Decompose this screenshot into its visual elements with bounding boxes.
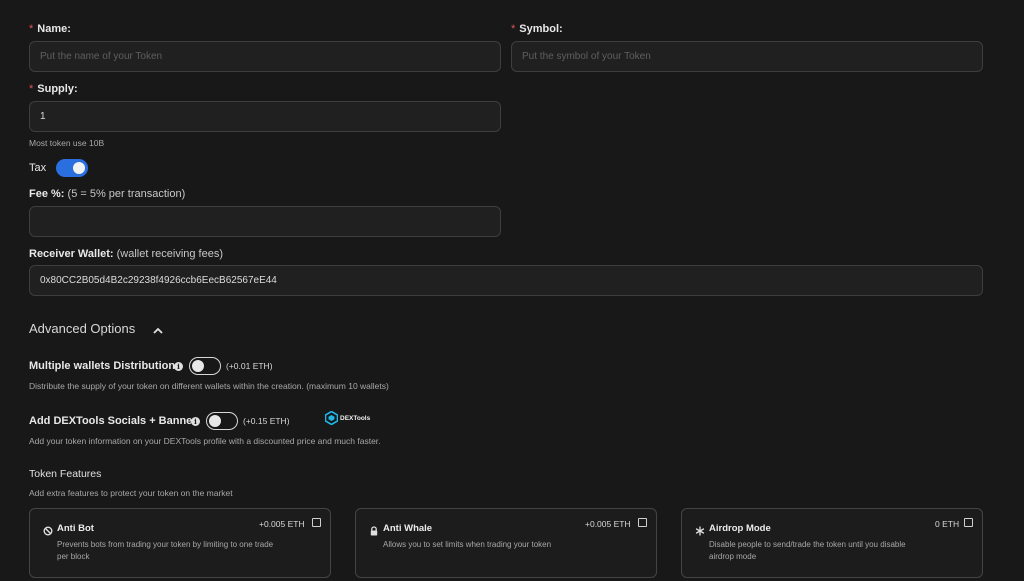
info-icon[interactable]: i — [191, 417, 200, 426]
receiver-wallet-label: Receiver Wallet: (wallet receiving fees) — [29, 248, 224, 260]
name-label: * Name: — [29, 23, 71, 35]
feature-price: 0 ETH — [935, 519, 960, 529]
token-features-title: Token Features — [29, 468, 102, 480]
multi-wallets-description: Distribute the supply of your token on d… — [29, 381, 389, 391]
feature-title: Airdrop Mode — [709, 523, 771, 534]
supply-label: * Supply: — [29, 83, 78, 95]
feature-card-anti-bot[interactable]: Anti Bot +0.005 ETH Prevents bots from t… — [29, 508, 331, 578]
dextools-description: Add your token information on your DEXTo… — [29, 436, 381, 446]
feature-title: Anti Bot — [57, 523, 94, 534]
lock-icon — [369, 523, 379, 536]
airdrop-mode-checkbox[interactable] — [964, 518, 973, 527]
multi-wallets-label: Multiple wallets Distribution — [29, 360, 176, 372]
anti-whale-checkbox[interactable] — [638, 518, 647, 527]
anti-bot-checkbox[interactable] — [312, 518, 321, 527]
receiver-wallet-input[interactable]: 0x80CC2B05d4B2c29238f4926ccb6EecB62567eE… — [29, 265, 983, 296]
tax-toggle[interactable] — [56, 159, 88, 177]
feature-description: Disable people to send/trade the token u… — [709, 540, 906, 561]
multi-wallets-price: (+0.01 ETH) — [226, 361, 273, 371]
symbol-input[interactable]: Put the symbol of your Token — [511, 41, 983, 72]
tax-label: Tax — [29, 162, 47, 174]
feature-description: Allows you to set limits when trading yo… — [383, 540, 552, 549]
token-features-subtitle: Add extra features to protect your token… — [29, 488, 233, 498]
dextools-toggle[interactable] — [206, 412, 238, 430]
dextools-logo-icon — [325, 411, 338, 425]
ban-icon — [43, 523, 53, 536]
dextools-logo: DEXTools — [325, 411, 370, 425]
feature-price: +0.005 ETH — [585, 519, 631, 529]
symbol-label: * Symbol: — [511, 23, 563, 35]
supply-input[interactable]: 1 — [29, 101, 501, 132]
feature-title: Anti Whale — [383, 523, 433, 534]
chevron-up-icon[interactable] — [152, 323, 164, 334]
dextools-price: (+0.15 ETH) — [243, 416, 290, 426]
fee-label: Fee %: (5 = 5% per transaction) — [29, 188, 186, 200]
info-icon[interactable]: i — [174, 362, 183, 371]
feature-price: +0.005 ETH — [259, 519, 305, 529]
feature-description: Prevents bots from trading your token by… — [57, 540, 274, 561]
snowflake-icon — [695, 523, 705, 536]
multi-wallets-toggle[interactable] — [189, 357, 221, 375]
dextools-label: Add DEXTools Socials + Banner — [29, 415, 197, 427]
feature-card-anti-whale[interactable]: Anti Whale +0.005 ETH Allows you to set … — [355, 508, 657, 578]
advanced-options-title[interactable]: Advanced Options — [29, 321, 135, 336]
fee-input[interactable] — [29, 206, 501, 237]
supply-hint: Most token use 10B — [29, 138, 105, 148]
feature-card-airdrop-mode[interactable]: Airdrop Mode 0 ETH Disable people to sen… — [681, 508, 983, 578]
name-input[interactable]: Put the name of your Token — [29, 41, 501, 72]
